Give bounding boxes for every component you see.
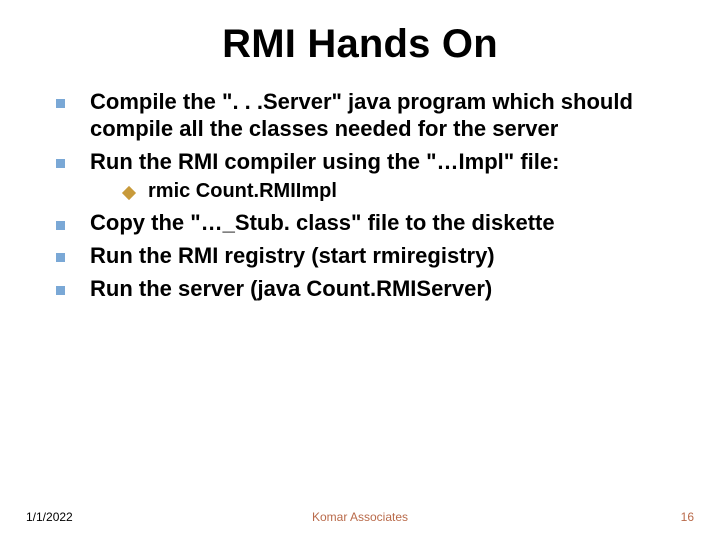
bullet-item-4: Run the RMI registry (start rmiregistry): [56, 243, 674, 270]
bullet-text: Run the server (java Count.RMIServer): [90, 276, 492, 301]
slide-body: Compile the ". . .Server" java program w…: [40, 89, 680, 303]
footer-center: Komar Associates: [312, 510, 408, 524]
sub-bullet-list: rmic Count.RMIImpl: [124, 179, 674, 204]
bullet-item-1: Compile the ". . .Server" java program w…: [56, 89, 674, 143]
bullet-item-2: Run the RMI compiler using the "…Impl" f…: [56, 149, 674, 205]
slide: RMI Hands On Compile the ". . .Server" j…: [0, 0, 720, 540]
bullet-list: Compile the ". . .Server" java program w…: [56, 89, 674, 303]
footer-date: 1/1/2022: [26, 510, 73, 524]
bullet-text: Copy the "…_Stub. class" file to the dis…: [90, 210, 555, 235]
slide-title: RMI Hands On: [40, 22, 680, 67]
bullet-text: Run the RMI registry (start rmiregistry): [90, 243, 495, 268]
sub-bullet-prefix: rmic: [148, 180, 190, 202]
bullet-item-3: Copy the "…_Stub. class" file to the dis…: [56, 210, 674, 237]
sub-bullet-rest: Count.RMIImpl: [190, 180, 337, 202]
slide-footer: 1/1/2022 Komar Associates 16: [0, 510, 720, 524]
bullet-item-5: Run the server (java Count.RMIServer): [56, 276, 674, 303]
bullet-text: Run the RMI compiler using the "…Impl" f…: [90, 149, 559, 174]
bullet-text: Compile the ". . .Server" java program w…: [90, 89, 633, 141]
sub-bullet-item-1: rmic Count.RMIImpl: [124, 179, 674, 204]
footer-page-number: 16: [681, 510, 694, 524]
